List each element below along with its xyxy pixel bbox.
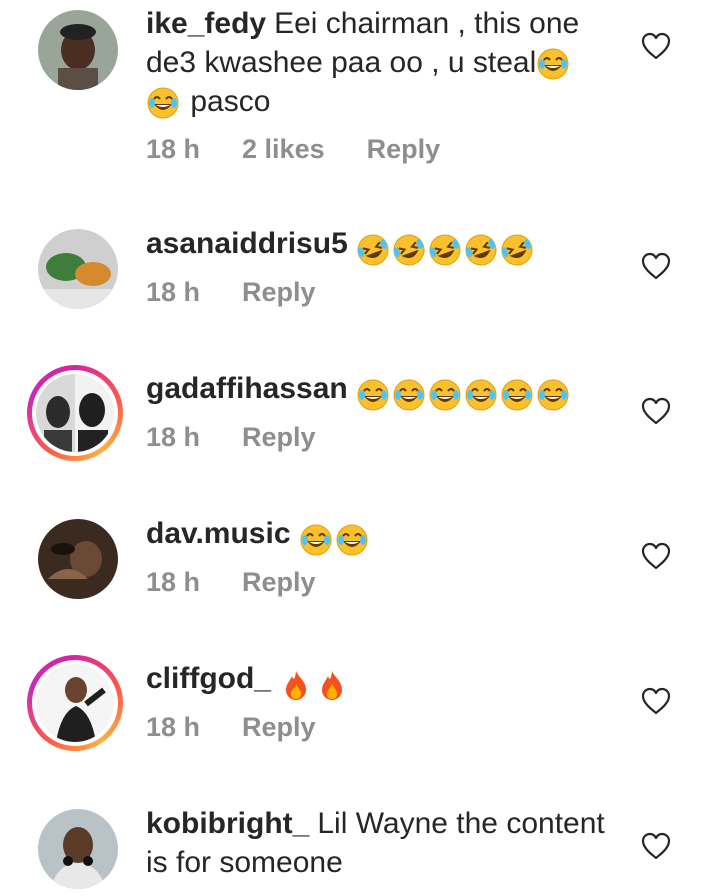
comment-meta: 18 h Reply xyxy=(146,567,358,598)
joy-emoji-icon xyxy=(428,378,462,412)
emoji-group xyxy=(279,664,351,703)
comment-username[interactable]: gadaffihassan xyxy=(146,372,348,405)
reply-button[interactable]: Reply xyxy=(242,712,316,742)
joy-emoji-icon xyxy=(392,378,426,412)
reply-button[interactable]: Reply xyxy=(242,422,316,452)
comment-time: 18 h xyxy=(146,134,201,164)
joy-emoji-icon xyxy=(536,47,570,81)
reply-button[interactable]: Reply xyxy=(367,134,441,164)
comment-username[interactable]: cliffgod_ xyxy=(146,662,271,695)
heart-outline-icon[interactable] xyxy=(641,32,671,60)
rofl-emoji-icon xyxy=(392,233,426,267)
reply-button[interactable]: Reply xyxy=(242,277,316,307)
emoji-group xyxy=(356,374,572,413)
comment-time: 18 h xyxy=(146,422,201,452)
comment-username[interactable]: asanaiddrisu5 xyxy=(146,227,348,260)
fire-emoji-icon xyxy=(279,668,313,702)
heart-outline-icon[interactable] xyxy=(641,832,671,860)
rofl-emoji-icon xyxy=(428,233,462,267)
comment-meta: 18 h Reply xyxy=(146,277,358,308)
rofl-emoji-icon xyxy=(500,233,534,267)
comment-text-continued: pasco xyxy=(190,85,271,118)
emoji-group xyxy=(356,229,536,268)
avatar-story-ring[interactable] xyxy=(27,365,123,461)
joy-emoji-icon xyxy=(356,378,390,412)
joy-emoji-icon xyxy=(299,523,333,557)
avatar[interactable] xyxy=(38,10,118,90)
comment-username[interactable]: ike_fedy xyxy=(146,7,266,40)
joy-emoji-icon xyxy=(335,523,369,557)
joy-emoji-icon xyxy=(500,378,534,412)
rofl-emoji-icon xyxy=(356,233,390,267)
avatar[interactable] xyxy=(38,229,118,309)
comment-meta: 18 h Reply xyxy=(146,422,358,453)
avatar-story-ring[interactable] xyxy=(27,655,123,751)
comment-time: 18 h xyxy=(146,567,201,597)
heart-outline-icon[interactable] xyxy=(641,542,671,570)
avatar[interactable] xyxy=(38,809,118,889)
comment-username[interactable]: dav.music xyxy=(146,517,291,550)
heart-outline-icon[interactable] xyxy=(641,687,671,715)
reply-button[interactable]: Reply xyxy=(242,567,316,597)
comment-likes-count[interactable]: 2 likes xyxy=(242,134,325,164)
joy-emoji-icon xyxy=(464,378,498,412)
comment-meta: 18 h Reply xyxy=(146,712,358,743)
comment-username[interactable]: kobibright_ xyxy=(146,807,309,840)
comment-meta: 18 h 2 likes Reply xyxy=(146,134,482,165)
fire-emoji-icon xyxy=(315,668,349,702)
heart-outline-icon[interactable] xyxy=(641,252,671,280)
joy-emoji-icon xyxy=(536,378,570,412)
comment-time: 18 h xyxy=(146,277,201,307)
joy-emoji-icon xyxy=(146,86,180,120)
comment-time: 18 h xyxy=(146,712,201,742)
emoji-group xyxy=(299,519,371,558)
avatar[interactable] xyxy=(38,519,118,599)
rofl-emoji-icon xyxy=(464,233,498,267)
heart-outline-icon[interactable] xyxy=(641,397,671,425)
